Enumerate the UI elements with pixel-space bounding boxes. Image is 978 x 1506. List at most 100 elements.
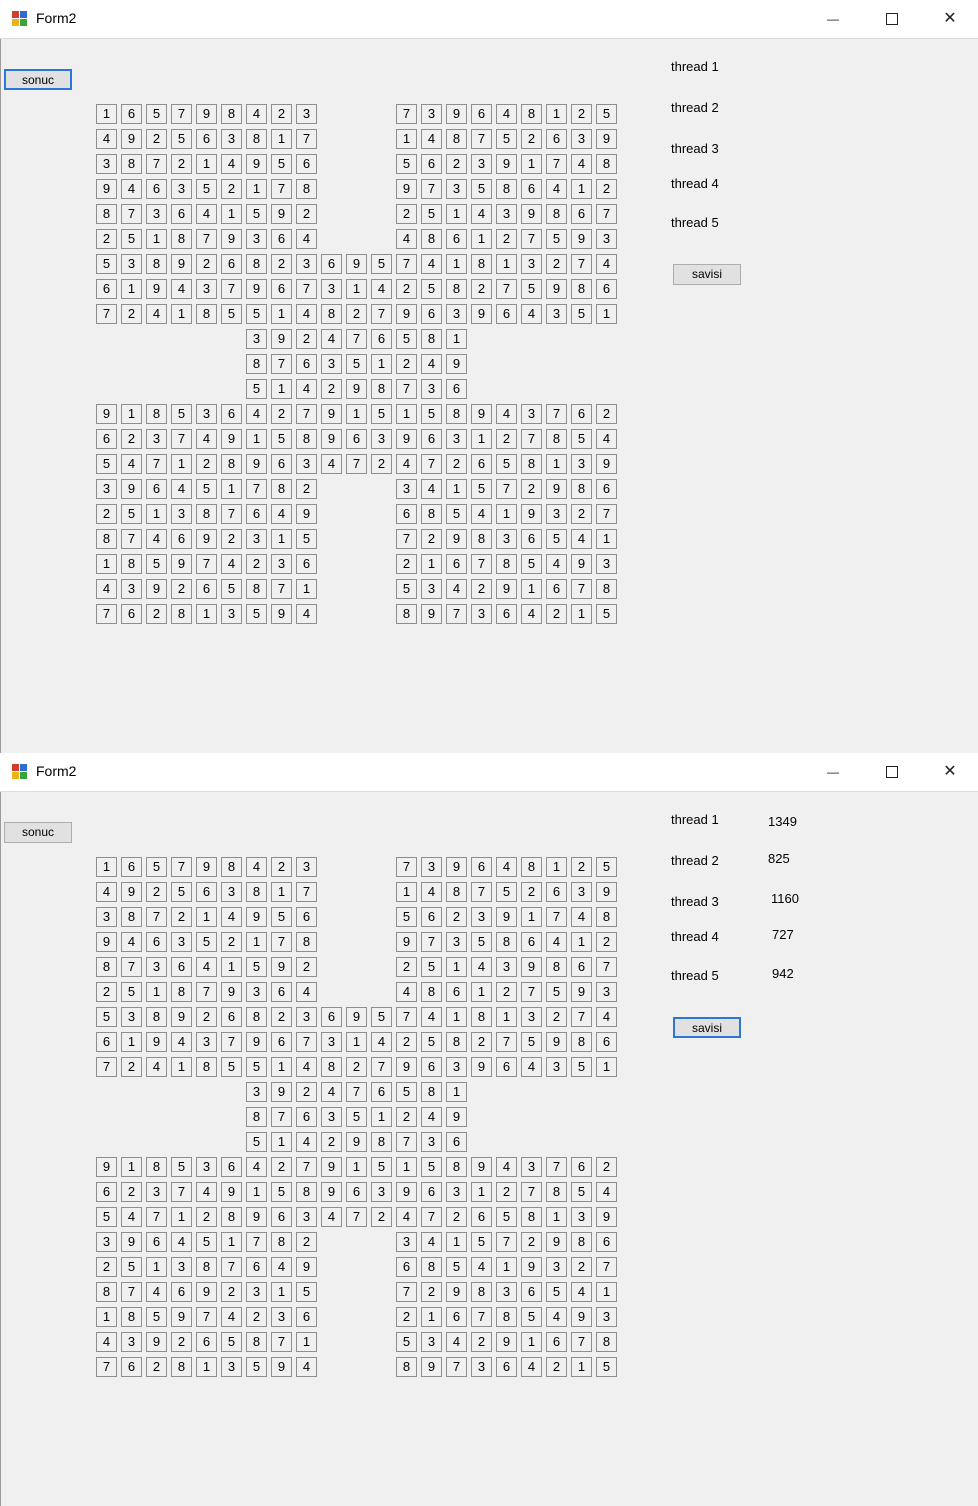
sudoku-cell[interactable]: 6 (471, 454, 492, 474)
sudoku-cell[interactable]: 1 (246, 1182, 267, 1202)
sudoku-cell[interactable]: 2 (521, 479, 542, 499)
sudoku-cell[interactable]: 5 (421, 279, 442, 299)
sudoku-cell[interactable]: 2 (446, 907, 467, 927)
sudoku-cell[interactable]: 9 (246, 454, 267, 474)
savisi-button[interactable]: savisi (673, 264, 741, 285)
sudoku-cell[interactable]: 6 (496, 1057, 517, 1077)
sudoku-cell[interactable]: 8 (446, 404, 467, 424)
sudoku-cell[interactable]: 6 (296, 1107, 317, 1127)
sudoku-cell[interactable]: 5 (221, 1332, 242, 1352)
sudoku-cell[interactable]: 9 (146, 579, 167, 599)
sudoku-cell[interactable]: 1 (271, 1057, 292, 1077)
sudoku-cell[interactable]: 3 (421, 379, 442, 399)
sudoku-cell[interactable]: 1 (471, 429, 492, 449)
sudoku-cell[interactable]: 9 (471, 1057, 492, 1077)
sudoku-cell[interactable]: 8 (196, 1257, 217, 1277)
sudoku-cell[interactable]: 6 (496, 1357, 517, 1377)
sudoku-cell[interactable]: 8 (571, 279, 592, 299)
sudoku-cell[interactable]: 8 (521, 1207, 542, 1227)
sudoku-cell[interactable]: 8 (121, 554, 142, 574)
sudoku-cell[interactable]: 4 (146, 304, 167, 324)
sudoku-cell[interactable]: 6 (446, 982, 467, 1002)
sudoku-cell[interactable]: 4 (396, 1207, 417, 1227)
sudoku-cell[interactable]: 6 (421, 304, 442, 324)
sudoku-cell[interactable]: 3 (171, 179, 192, 199)
sudoku-cell[interactable]: 8 (121, 907, 142, 927)
sudoku-cell[interactable]: 9 (121, 129, 142, 149)
sudoku-cell[interactable]: 4 (96, 1332, 117, 1352)
sudoku-cell[interactable]: 8 (96, 529, 117, 549)
sudoku-cell[interactable]: 8 (446, 1157, 467, 1177)
sudoku-cell[interactable]: 1 (221, 204, 242, 224)
sudoku-cell[interactable]: 7 (421, 932, 442, 952)
sudoku-cell[interactable]: 3 (296, 104, 317, 124)
sudoku-cell[interactable]: 8 (246, 254, 267, 274)
sudoku-cell[interactable]: 9 (521, 204, 542, 224)
sudoku-cell[interactable]: 6 (146, 1232, 167, 1252)
sudoku-cell[interactable]: 3 (521, 404, 542, 424)
sudoku-cell[interactable]: 6 (196, 882, 217, 902)
sudoku-cell[interactable]: 2 (396, 204, 417, 224)
sudoku-cell[interactable]: 9 (296, 504, 317, 524)
sudoku-cell[interactable]: 5 (571, 429, 592, 449)
sudoku-cell[interactable]: 9 (546, 279, 567, 299)
sudoku-cell[interactable]: 3 (421, 104, 442, 124)
sudoku-cell[interactable]: 2 (296, 1082, 317, 1102)
sudoku-cell[interactable]: 2 (571, 504, 592, 524)
sudoku-cell[interactable]: 7 (396, 379, 417, 399)
sudoku-cell[interactable]: 1 (571, 179, 592, 199)
sudoku-cell[interactable]: 8 (271, 1232, 292, 1252)
sudoku-cell[interactable]: 2 (471, 1332, 492, 1352)
sudoku-cell[interactable]: 2 (396, 554, 417, 574)
sudoku-cell[interactable]: 8 (396, 1357, 417, 1377)
sudoku-cell[interactable]: 3 (571, 454, 592, 474)
sudoku-cell[interactable]: 8 (196, 504, 217, 524)
sudoku-cell[interactable]: 6 (96, 1032, 117, 1052)
sudoku-cell[interactable]: 1 (596, 529, 617, 549)
sudoku-cell[interactable]: 7 (421, 179, 442, 199)
sudoku-cell[interactable]: 1 (446, 329, 467, 349)
sudoku-cell[interactable]: 4 (271, 1257, 292, 1277)
sudoku-cell[interactable]: 4 (246, 1157, 267, 1177)
sudoku-cell[interactable]: 5 (96, 454, 117, 474)
sudoku-cell[interactable]: 9 (596, 1207, 617, 1227)
sudoku-cell[interactable]: 7 (521, 229, 542, 249)
sudoku-cell[interactable]: 9 (446, 354, 467, 374)
sudoku-cell[interactable]: 1 (121, 404, 142, 424)
sudoku-cell[interactable]: 5 (571, 304, 592, 324)
sudoku-cell[interactable]: 7 (121, 529, 142, 549)
sudoku-cell[interactable]: 3 (546, 304, 567, 324)
sudoku-cell[interactable]: 2 (121, 304, 142, 324)
sudoku-cell[interactable]: 5 (546, 982, 567, 1002)
sudoku-cell[interactable]: 3 (571, 1207, 592, 1227)
sudoku-cell[interactable]: 8 (396, 604, 417, 624)
sudoku-cell[interactable]: 2 (171, 579, 192, 599)
sudoku-cell[interactable]: 4 (496, 104, 517, 124)
sudoku-cell[interactable]: 8 (96, 204, 117, 224)
sudoku-cell[interactable]: 8 (221, 454, 242, 474)
sudoku-cell[interactable]: 8 (521, 454, 542, 474)
sudoku-cell[interactable]: 4 (171, 279, 192, 299)
sudoku-cell[interactable]: 1 (496, 1007, 517, 1027)
sudoku-cell[interactable]: 6 (521, 1282, 542, 1302)
sudoku-cell[interactable]: 8 (571, 479, 592, 499)
sudoku-cell[interactable]: 3 (596, 1307, 617, 1327)
sudoku-cell[interactable]: 2 (296, 1232, 317, 1252)
sudoku-cell[interactable]: 5 (246, 1057, 267, 1077)
sudoku-cell[interactable]: 9 (121, 1232, 142, 1252)
sudoku-cell[interactable]: 5 (221, 304, 242, 324)
sudoku-cell[interactable]: 3 (171, 932, 192, 952)
sudoku-cell[interactable]: 8 (221, 1207, 242, 1227)
sudoku-cell[interactable]: 5 (196, 1232, 217, 1252)
sudoku-cell[interactable]: 1 (271, 1132, 292, 1152)
sudoku-cell[interactable]: 9 (446, 104, 467, 124)
sudoku-cell[interactable]: 7 (596, 204, 617, 224)
sudoku-cell[interactable]: 8 (296, 1182, 317, 1202)
sudoku-cell[interactable]: 6 (171, 1282, 192, 1302)
sudoku-cell[interactable]: 9 (271, 204, 292, 224)
sudoku-cell[interactable]: 3 (596, 554, 617, 574)
sudoku-cell[interactable]: 9 (396, 179, 417, 199)
sudoku-cell[interactable]: 1 (246, 179, 267, 199)
sudoku-cell[interactable]: 7 (346, 329, 367, 349)
sudoku-cell[interactable]: 1 (96, 104, 117, 124)
